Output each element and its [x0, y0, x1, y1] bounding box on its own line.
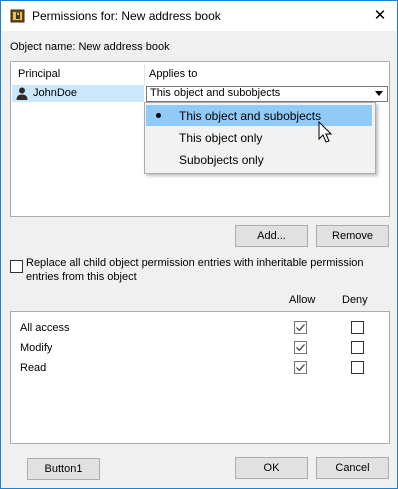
permission-name-all-access: All access — [20, 322, 70, 334]
principal-column-header[interactable]: Principal — [18, 68, 60, 80]
remove-button[interactable]: Remove — [316, 225, 389, 247]
allow-all-access-checkbox[interactable] — [294, 321, 307, 334]
replace-child-entries-label: Replace all child object permission entr… — [26, 257, 364, 283]
dropdown-option-label: This object and subobjects — [179, 109, 322, 123]
permissions-dialog: Permissions for: New address book ✕ Obje… — [0, 0, 398, 489]
applies-to-value: This object and subobjects — [150, 87, 281, 99]
close-button[interactable]: ✕ — [363, 1, 397, 31]
close-icon: ✕ — [373, 7, 387, 24]
user-icon — [16, 87, 28, 100]
permission-name-modify: Modify — [20, 342, 53, 354]
column-divider[interactable] — [144, 64, 145, 84]
checkmark-icon — [296, 344, 305, 352]
dropdown-option-label: This object only — [179, 131, 263, 145]
applies-to-dropdown: This object and subobjects This object o… — [144, 102, 376, 174]
object-name-label: Object name: New address book — [10, 41, 170, 53]
permission-name-read: Read — [20, 362, 47, 374]
applies-to-column-header[interactable]: Applies to — [149, 68, 197, 80]
allow-column-header: Allow — [289, 294, 316, 306]
replace-child-entries-checkbox[interactable] — [10, 260, 23, 273]
selected-bullet-icon — [156, 113, 161, 118]
allow-read-checkbox[interactable] — [294, 361, 307, 374]
ok-button[interactable]: OK — [235, 457, 308, 479]
button1-button[interactable]: Button1 — [27, 458, 100, 480]
cancel-button[interactable]: Cancel — [316, 457, 389, 479]
lock-book-icon — [10, 9, 25, 23]
dropdown-option-this-object-and-subobjects[interactable]: This object and subobjects — [146, 105, 372, 126]
chevron-down-icon[interactable] — [375, 91, 383, 96]
dropdown-option-label: Subobjects only — [179, 153, 264, 167]
allow-modify-checkbox[interactable] — [294, 341, 307, 354]
deny-modify-checkbox[interactable] — [351, 341, 364, 354]
mouse-pointer-icon — [318, 121, 333, 143]
window-title: Permissions for: New address book — [32, 9, 221, 23]
applies-to-combobox[interactable]: This object and subobjects — [146, 86, 388, 102]
permissions-list: All access Modify Read — [10, 311, 390, 444]
dropdown-option-this-object-only[interactable]: This object only — [146, 127, 372, 148]
deny-read-checkbox[interactable] — [351, 361, 364, 374]
principal-row[interactable]: JohnDoe — [12, 85, 144, 102]
add-button[interactable]: Add... — [235, 225, 308, 247]
deny-column-header: Deny — [342, 294, 368, 306]
principal-name: JohnDoe — [33, 87, 78, 99]
title-bar: Permissions for: New address book ✕ — [1, 1, 397, 31]
dropdown-option-subobjects-only[interactable]: Subobjects only — [146, 149, 372, 170]
checkmark-icon — [296, 324, 305, 332]
checkmark-icon — [296, 364, 305, 372]
deny-all-access-checkbox[interactable] — [351, 321, 364, 334]
